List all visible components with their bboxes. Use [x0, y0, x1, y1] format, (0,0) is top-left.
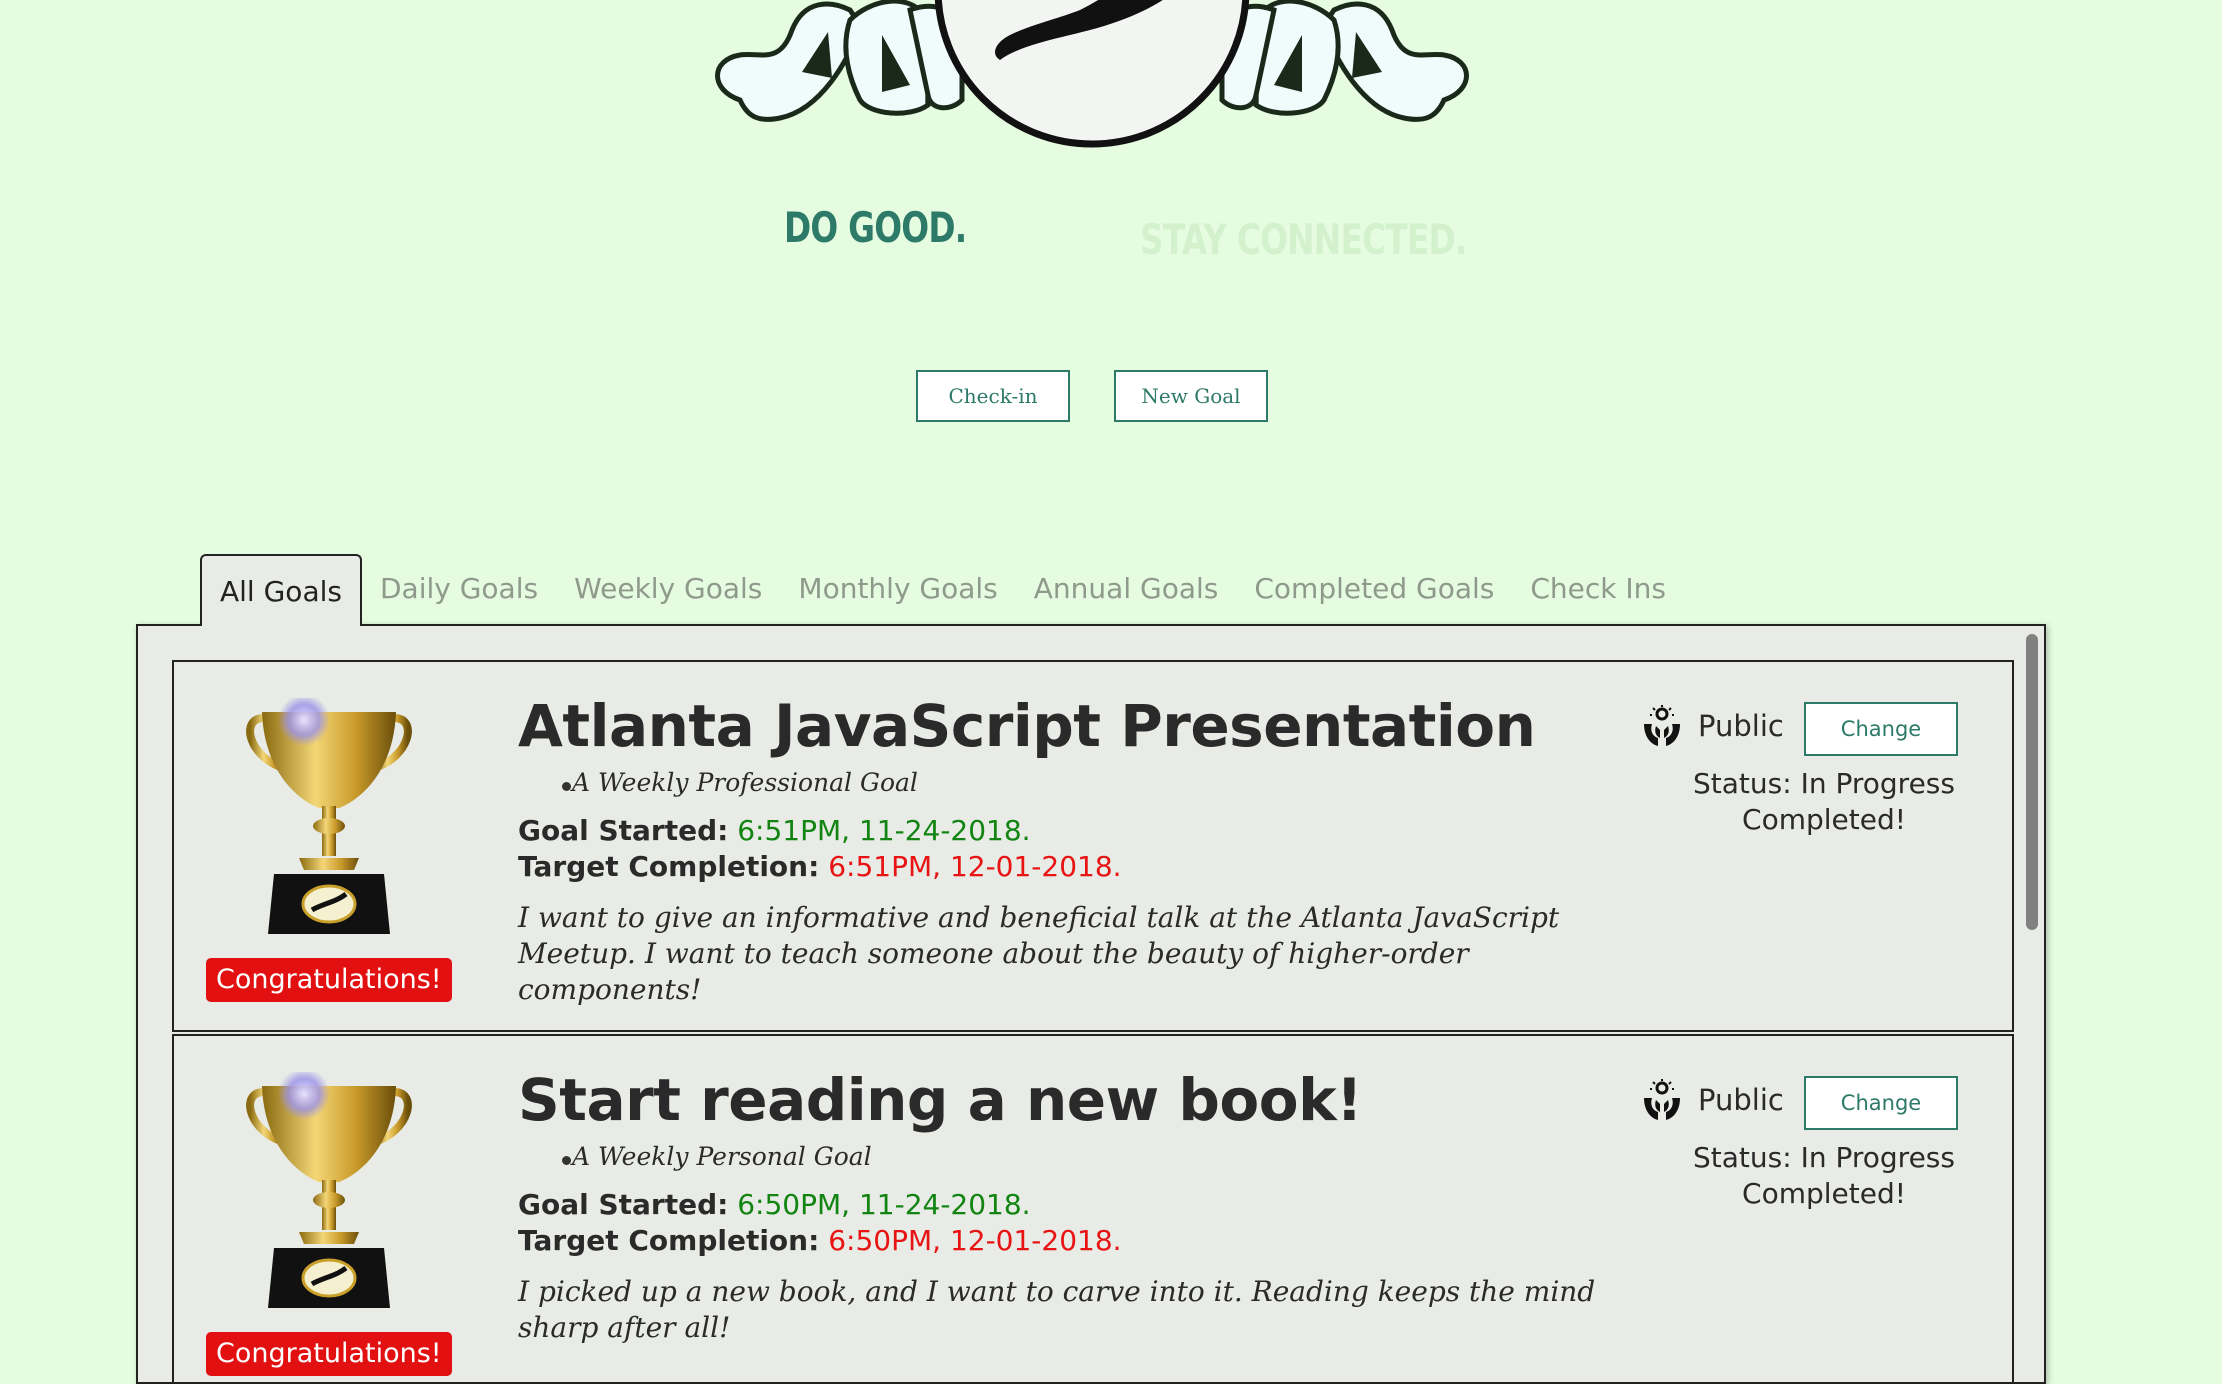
privacy-label: Public: [1698, 1083, 1784, 1117]
goals-panel: Congratulations! Atlanta JavaScript Pres…: [136, 624, 2046, 1384]
tab-monthly-goals[interactable]: Monthly Goals: [780, 554, 1015, 624]
tab-completed-goals[interactable]: Completed Goals: [1236, 554, 1512, 624]
goal-title: Atlanta JavaScript Presentation: [518, 692, 1536, 760]
status-text: Status: In Progress: [1693, 767, 1955, 800]
tagline-do-good: DO GOOD.: [784, 203, 967, 252]
trophy-icon: [246, 1072, 412, 1308]
goal-card: Congratulations! Start reading a new boo…: [172, 1034, 2014, 1382]
target-completion-value: 6:51PM, 12-01-2018.: [828, 850, 1122, 883]
target-completion-label: Target Completion:: [518, 1224, 820, 1257]
goal-type: A Weekly Professional Goal: [572, 768, 918, 797]
privacy-setting: Public: [1640, 704, 1784, 748]
tab-weekly-goals[interactable]: Weekly Goals: [556, 554, 780, 624]
congratulations-badge: Congratulations!: [206, 958, 452, 1002]
check-in-button[interactable]: Check-in: [916, 370, 1070, 422]
privacy-setting: Public: [1640, 1078, 1784, 1122]
bullet-icon: [562, 782, 571, 791]
trophy-icon: [246, 698, 412, 934]
panel-scrollbar[interactable]: [2026, 634, 2038, 930]
privacy-label: Public: [1698, 709, 1784, 743]
community-hands-icon: [1644, 1079, 1680, 1120]
goal-description: I want to give an informative and benefi…: [518, 901, 1560, 1006]
target-completion-label: Target Completion:: [518, 850, 820, 883]
new-goal-button[interactable]: New Goal: [1114, 370, 1268, 422]
tab-all-goals[interactable]: All Goals: [200, 554, 362, 626]
goal-started: Goal Started: 6:50PM, 11-24-2018.: [518, 1188, 1031, 1221]
goal-tabs: All Goals Daily Goals Weekly Goals Month…: [200, 552, 1684, 626]
congratulations-badge: Congratulations!: [206, 1332, 452, 1376]
site-logo: [715, 0, 1469, 148]
completed-link[interactable]: Completed!: [1664, 802, 1984, 838]
tab-daily-goals[interactable]: Daily Goals: [362, 554, 556, 624]
goal-card: Congratulations! Atlanta JavaScript Pres…: [172, 660, 2014, 1032]
goal-title: Start reading a new book!: [518, 1066, 1363, 1134]
goal-type: A Weekly Personal Goal: [572, 1142, 872, 1171]
goal-status: Status: In Progress Completed!: [1664, 766, 1984, 838]
change-privacy-button[interactable]: Change: [1804, 702, 1958, 756]
tab-annual-goals[interactable]: Annual Goals: [1016, 554, 1237, 624]
goal-started: Goal Started: 6:51PM, 11-24-2018.: [518, 814, 1031, 847]
goal-started-label: Goal Started:: [518, 1188, 729, 1221]
community-hands-icon: [1644, 705, 1680, 746]
tab-check-ins[interactable]: Check Ins: [1512, 554, 1684, 624]
tagline-stay-connected: STAY CONNECTED.: [1140, 215, 1467, 264]
completed-link[interactable]: Completed!: [1664, 1176, 1984, 1212]
target-completion: Target Completion: 6:51PM, 12-01-2018.: [518, 850, 1122, 883]
goal-started-value: 6:51PM, 11-24-2018.: [737, 814, 1031, 847]
goal-status: Status: In Progress Completed!: [1664, 1140, 1984, 1212]
target-completion: Target Completion: 6:50PM, 12-01-2018.: [518, 1224, 1122, 1257]
goal-description: I picked up a new book, and I want to ca…: [518, 1275, 1596, 1344]
goal-started-label: Goal Started:: [518, 814, 729, 847]
goal-started-value: 6:50PM, 11-24-2018.: [737, 1188, 1031, 1221]
status-text: Status: In Progress: [1693, 1141, 1955, 1174]
change-privacy-button[interactable]: Change: [1804, 1076, 1958, 1130]
bullet-icon: [562, 1156, 571, 1165]
target-completion-value: 6:50PM, 12-01-2018.: [828, 1224, 1122, 1257]
